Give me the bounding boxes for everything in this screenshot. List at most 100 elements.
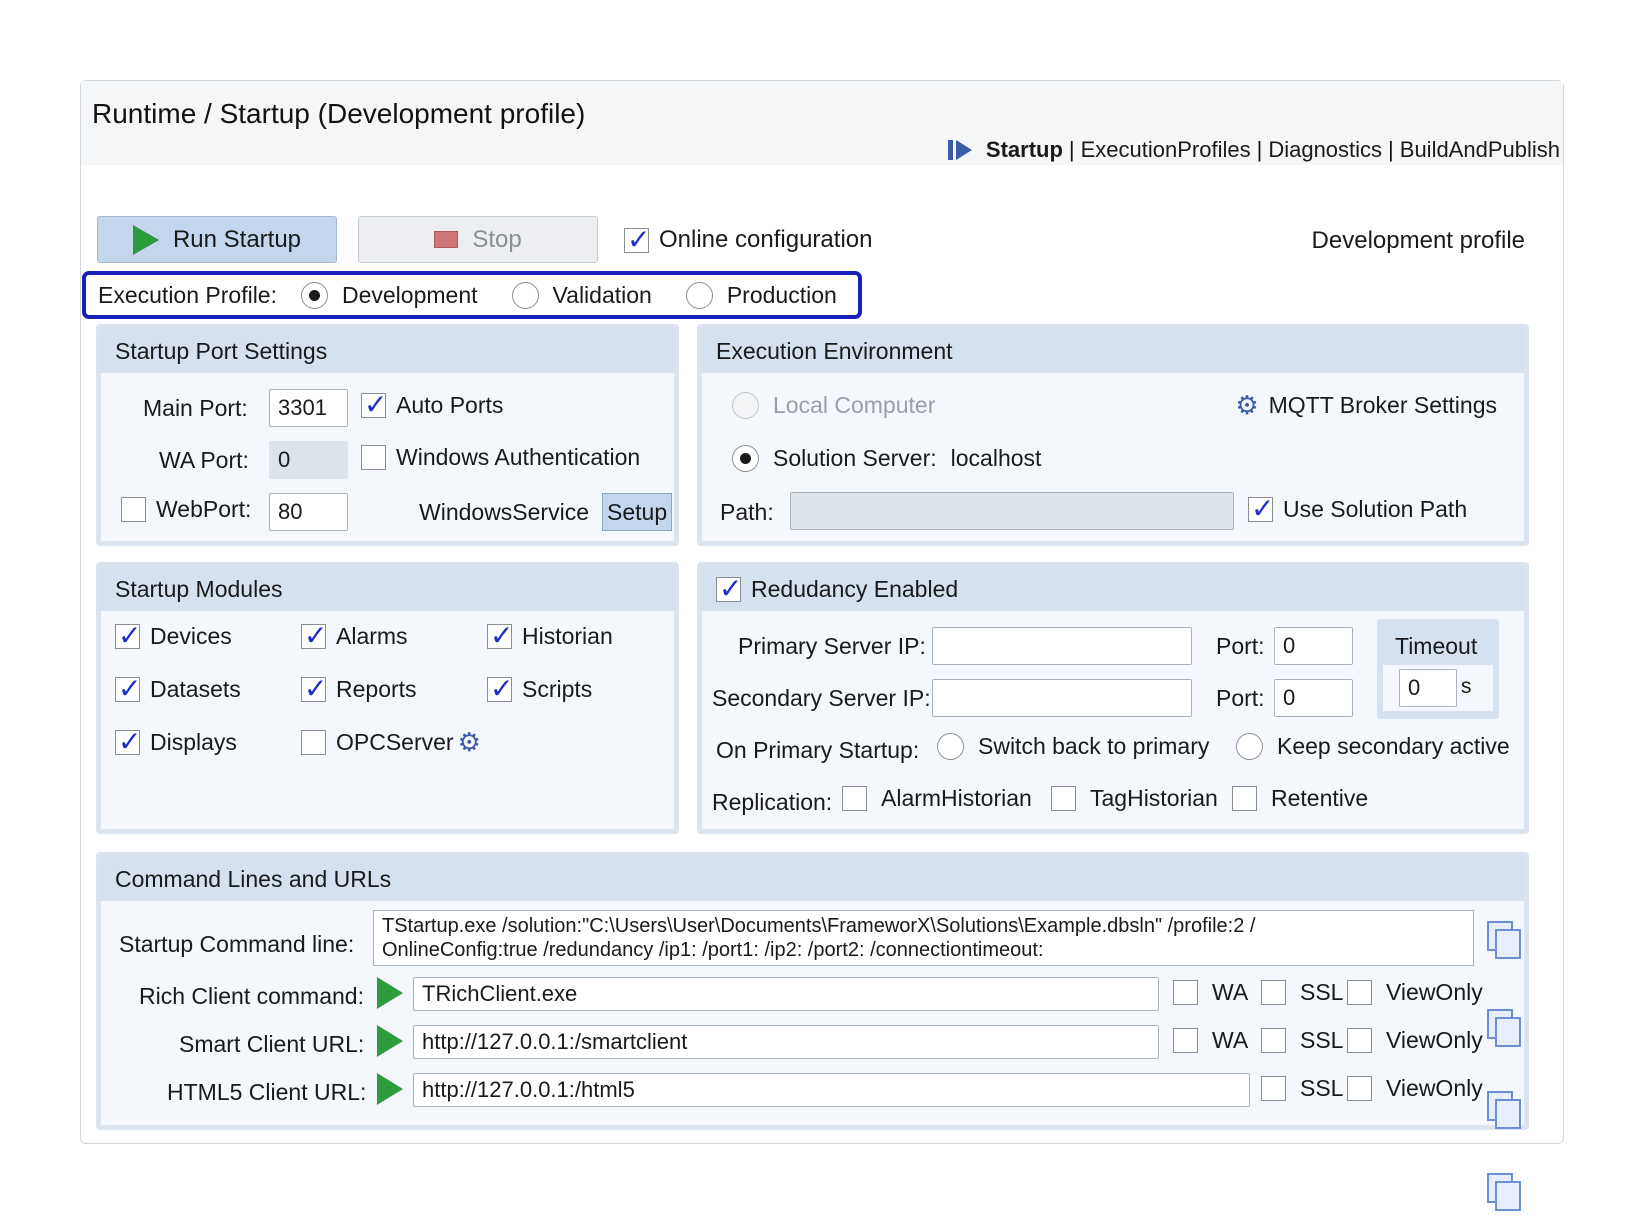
- smart-viewonly-toggle[interactable]: ViewOnly: [1347, 1027, 1483, 1054]
- html5-client-input[interactable]: http://127.0.0.1:/html5: [413, 1073, 1250, 1107]
- displays-checkbox[interactable]: [115, 725, 141, 758]
- rich-ssl-toggle[interactable]: SSL: [1261, 979, 1343, 1006]
- path-input[interactable]: [790, 492, 1234, 530]
- tag-historian-checkbox[interactable]: [1051, 786, 1076, 811]
- production-radio[interactable]: [685, 281, 713, 309]
- online-config-toggle[interactable]: Online configuration: [624, 223, 872, 256]
- use-solution-path-checkbox[interactable]: [1248, 492, 1274, 525]
- auto-ports-checkbox[interactable]: [361, 388, 387, 421]
- module-datasets[interactable]: Datasets: [115, 672, 241, 705]
- smart-viewonly-checkbox[interactable]: [1347, 1028, 1372, 1053]
- stop-button[interactable]: Stop: [358, 216, 598, 263]
- rich-wa-checkbox[interactable]: [1173, 980, 1198, 1005]
- opcserver-checkbox[interactable]: [301, 730, 326, 755]
- module-scripts[interactable]: Scripts: [487, 672, 592, 705]
- retentive-toggle[interactable]: Retentive: [1232, 785, 1368, 812]
- local-computer-option[interactable]: Local Computer: [732, 392, 935, 419]
- html5-ssl-toggle[interactable]: SSL: [1261, 1075, 1343, 1102]
- smart-wa-checkbox[interactable]: [1173, 1028, 1198, 1053]
- web-port-toggle[interactable]: WebPort:: [121, 496, 251, 523]
- reports-checkbox[interactable]: [301, 672, 327, 705]
- module-alarms[interactable]: Alarms: [301, 619, 408, 652]
- rich-viewonly-toggle[interactable]: ViewOnly: [1347, 979, 1483, 1006]
- redundancy-toggle[interactable]: Redudancy Enabled: [716, 572, 959, 605]
- play-icon[interactable]: [377, 1073, 403, 1105]
- keep-secondary-option[interactable]: Keep secondary active: [1236, 733, 1510, 760]
- rich-wa-toggle[interactable]: WA: [1173, 979, 1248, 1006]
- setup-button[interactable]: Setup: [602, 493, 673, 531]
- historian-checkbox[interactable]: [487, 619, 513, 652]
- copy-icon[interactable]: [1487, 1009, 1521, 1047]
- rich-ssl-checkbox[interactable]: [1261, 980, 1286, 1005]
- html5-viewonly-toggle[interactable]: ViewOnly: [1347, 1075, 1483, 1102]
- switch-back-radio[interactable]: [937, 733, 964, 760]
- development-radio[interactable]: [300, 281, 328, 309]
- retentive-checkbox[interactable]: [1232, 786, 1257, 811]
- web-port-input[interactable]: 80: [269, 493, 348, 531]
- alarm-historian-checkbox[interactable]: [842, 786, 867, 811]
- profile-option-development[interactable]: Development: [300, 281, 478, 309]
- web-port-checkbox[interactable]: [121, 497, 146, 522]
- rich-viewonly-checkbox[interactable]: [1347, 980, 1372, 1005]
- rich-client-input[interactable]: TRichClient.exe: [413, 977, 1159, 1011]
- secondary-port-input[interactable]: 0: [1274, 679, 1353, 717]
- smart-ssl-checkbox[interactable]: [1261, 1028, 1286, 1053]
- module-devices[interactable]: Devices: [115, 619, 232, 652]
- wa-port-input[interactable]: 0: [269, 441, 348, 479]
- nav-link-buildandpublish[interactable]: BuildAndPublish: [1400, 137, 1560, 163]
- smart-client-input[interactable]: http://127.0.0.1:/smartclient: [413, 1025, 1159, 1059]
- redundancy-title: Redudancy Enabled: [751, 575, 959, 602]
- primary-ip-input[interactable]: [932, 627, 1192, 665]
- module-reports[interactable]: Reports: [301, 672, 417, 705]
- auto-ports-toggle[interactable]: Auto Ports: [361, 388, 503, 421]
- startup-command-field[interactable]: TStartup.exe /solution:"C:\Users\User\Do…: [373, 910, 1474, 966]
- smart-ssl-label: SSL: [1300, 1027, 1344, 1053]
- alarms-checkbox[interactable]: [301, 619, 327, 652]
- html5-ssl-checkbox[interactable]: [1261, 1076, 1286, 1101]
- alarms-label: Alarms: [336, 623, 408, 649]
- local-computer-radio[interactable]: [732, 392, 759, 419]
- secondary-ip-input[interactable]: [932, 679, 1192, 717]
- main-port-input[interactable]: 3301: [269, 389, 348, 427]
- scripts-checkbox[interactable]: [487, 672, 513, 705]
- online-config-checkbox[interactable]: [624, 223, 650, 256]
- module-opcserver[interactable]: OPCServer ⚙: [301, 729, 481, 756]
- module-displays[interactable]: Displays: [115, 725, 237, 758]
- nav-link-executionprofiles[interactable]: ExecutionProfiles: [1081, 137, 1251, 163]
- run-startup-button[interactable]: Run Startup: [97, 216, 337, 263]
- nav-separator: |: [1068, 137, 1075, 162]
- html5-viewonly-checkbox[interactable]: [1347, 1076, 1372, 1101]
- profile-option-validation[interactable]: Validation: [511, 281, 652, 309]
- validation-radio[interactable]: [511, 281, 539, 309]
- copy-icon[interactable]: [1487, 1091, 1521, 1129]
- datasets-checkbox[interactable]: [115, 672, 141, 705]
- profile-option-production[interactable]: Production: [685, 281, 837, 309]
- copy-icon[interactable]: [1487, 1173, 1521, 1211]
- windows-auth-toggle[interactable]: Windows Authentication: [361, 444, 640, 471]
- timeout-input[interactable]: 0: [1399, 669, 1457, 707]
- timeout-label: Timeout: [1395, 633, 1478, 659]
- mqtt-broker-settings-link[interactable]: ⚙ MQTT Broker Settings: [1235, 392, 1497, 419]
- devices-checkbox[interactable]: [115, 619, 141, 652]
- smart-wa-toggle[interactable]: WA: [1173, 1027, 1248, 1054]
- gear-icon[interactable]: ⚙: [458, 730, 481, 756]
- keep-secondary-radio[interactable]: [1236, 733, 1263, 760]
- copy-icon[interactable]: [1487, 921, 1521, 959]
- tag-historian-toggle[interactable]: TagHistorian: [1051, 785, 1218, 812]
- nav-link-startup[interactable]: Startup: [986, 137, 1063, 163]
- nav-link-diagnostics[interactable]: Diagnostics: [1268, 137, 1382, 163]
- displays-label: Displays: [150, 729, 237, 755]
- play-icon[interactable]: [377, 1025, 403, 1057]
- smart-ssl-toggle[interactable]: SSL: [1261, 1027, 1343, 1054]
- use-solution-path-toggle[interactable]: Use Solution Path: [1248, 492, 1467, 525]
- timeout-unit: s: [1461, 675, 1472, 698]
- primary-port-input[interactable]: 0: [1274, 627, 1353, 665]
- windows-auth-checkbox[interactable]: [361, 445, 386, 470]
- alarm-historian-toggle[interactable]: AlarmHistorian: [842, 785, 1032, 812]
- solution-server-radio[interactable]: [732, 445, 759, 472]
- switch-back-option[interactable]: Switch back to primary: [937, 733, 1209, 760]
- module-historian[interactable]: Historian: [487, 619, 613, 652]
- redundancy-checkbox[interactable]: [716, 572, 742, 605]
- solution-server-option[interactable]: Solution Server: localhost: [732, 445, 1041, 472]
- play-icon[interactable]: [377, 977, 403, 1009]
